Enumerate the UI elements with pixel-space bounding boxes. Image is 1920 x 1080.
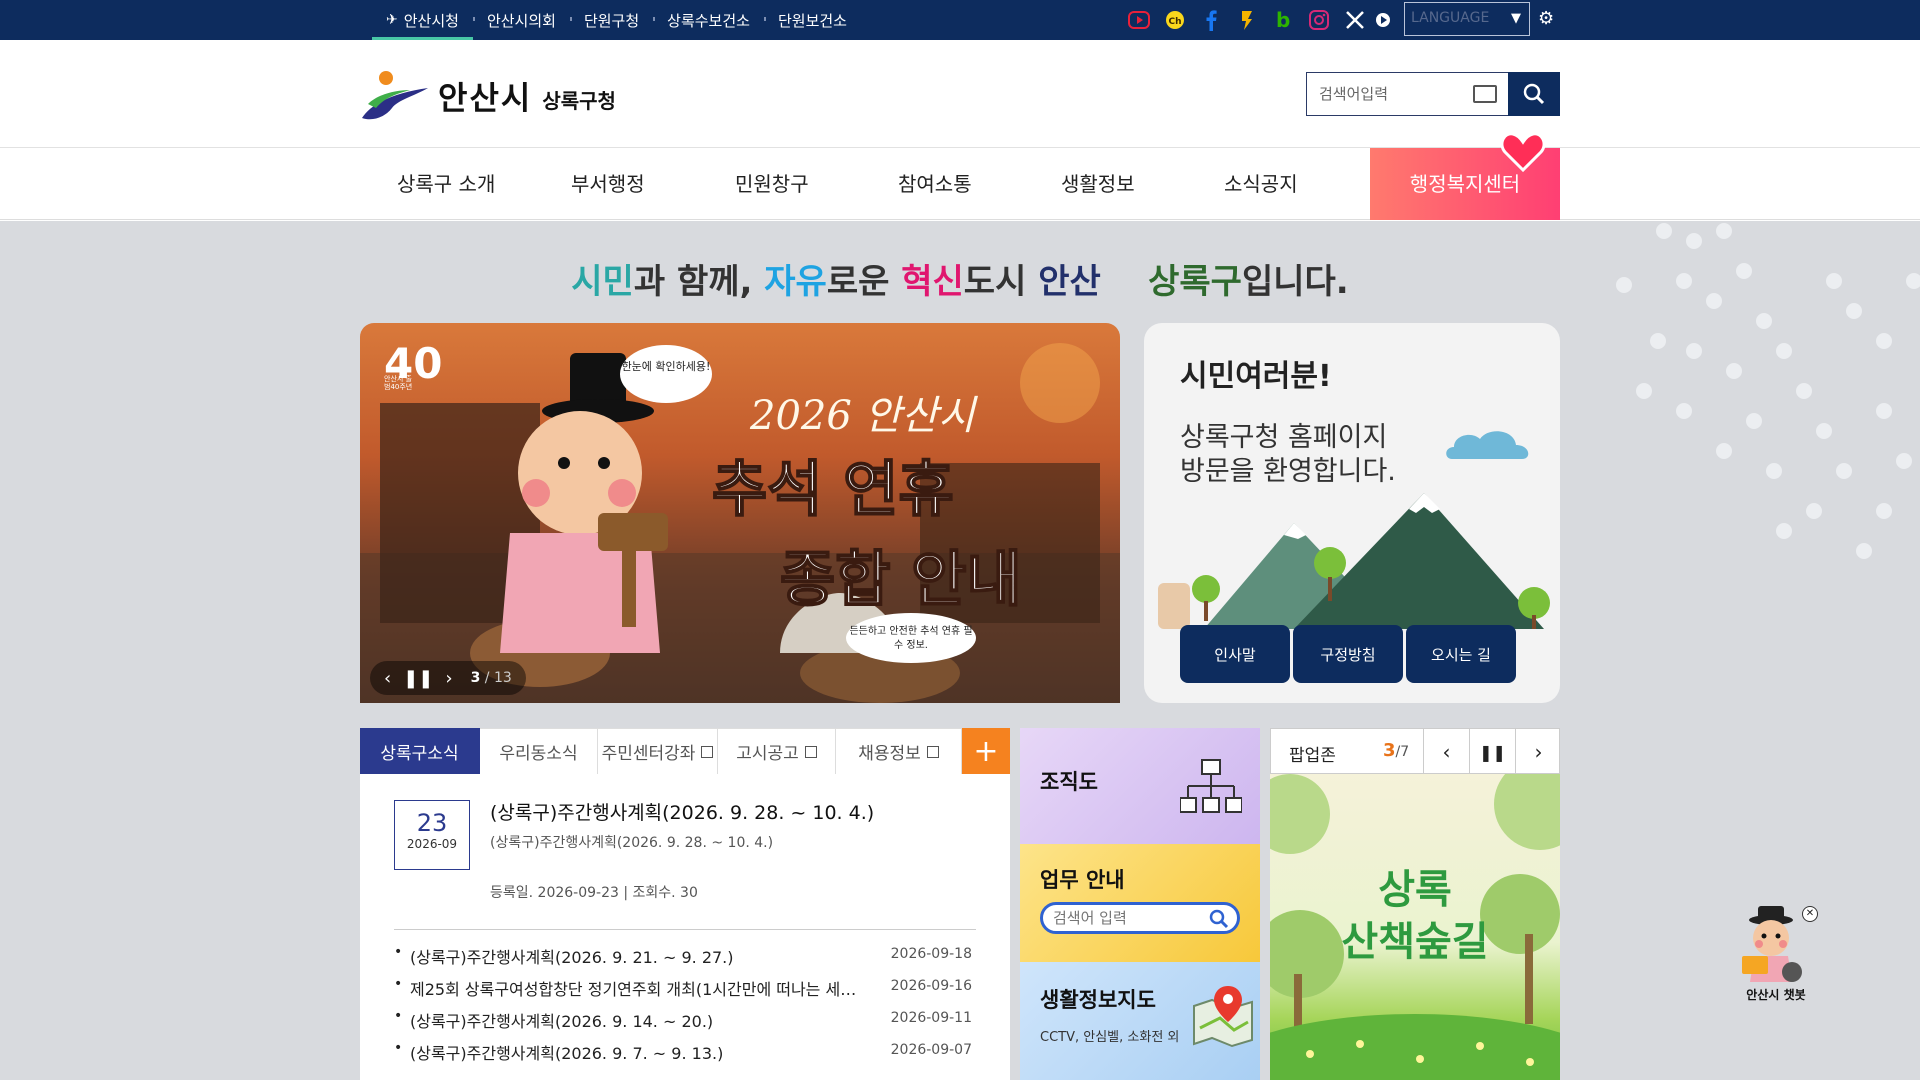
popup-zone: 팝업존 3/7 ‹ ❚❚ › 상록 산책숲길 [1270, 728, 1560, 1080]
site-logo[interactable]: 안산시 상록구청 [358, 68, 616, 124]
list-item[interactable]: • 제25회 상록구여성합창단 정기연주회 개최(1시간만에 떠나는 세계여… 20… [394, 976, 976, 1006]
work-search-box [1040, 902, 1240, 934]
policy-button[interactable]: 구정방침 [1293, 625, 1403, 683]
work-search-input[interactable] [1053, 909, 1203, 927]
main-banner[interactable]: 40 안산시 출범40주년 한눈에 확인하세용! 든든하고 안전한 추석 연휴 … [360, 323, 1120, 703]
next-icon[interactable]: › [445, 668, 452, 689]
search-box [1306, 72, 1560, 116]
logo-mark-icon [358, 68, 432, 124]
greeting-title: 시민여러분! [1180, 359, 1332, 394]
tab-center-courses[interactable]: 주민센터강좌 [598, 728, 718, 774]
tile-life-map[interactable]: 생활정보지도 CCTV, 안심벨, 소화전 외 [1020, 962, 1260, 1080]
tile-work-guide: 업무 안내 [1020, 844, 1260, 962]
gear-icon[interactable]: ⚙ [1538, 8, 1554, 29]
header: 안산시 상록구청 [0, 40, 1920, 148]
main-navigation: 상록구 소개 부서행정 민원창구 참여소통 생활정보 소식공지 행정복지센터 [0, 148, 1920, 220]
toplink-council[interactable]: 안산시의회 [472, 0, 570, 40]
map-pin-icon [1193, 986, 1253, 1048]
featured-date: 23 2026-09 [394, 800, 470, 870]
family-site-links: ✈ 안산시청 안산시의회 단원구청 상록수보건소 단원보건소 [372, 0, 861, 40]
toplink-sangnoksu-health[interactable]: 상록수보건소 [653, 0, 764, 40]
divider [394, 929, 976, 930]
close-icon[interactable]: ✕ [1802, 906, 1818, 922]
nav-department[interactable]: 부서행정 [571, 148, 645, 220]
toplink-danwon-gu[interactable]: 단원구청 [569, 0, 653, 40]
more-plus-icon[interactable]: + [962, 728, 1010, 774]
cloud-icon [1446, 431, 1529, 459]
featured-meta: 등록일. 2026-09-23 | 조회수. 30 [490, 885, 698, 901]
prev-icon[interactable]: ‹ [384, 668, 391, 689]
search-icon[interactable] [1209, 909, 1229, 929]
keyboard-icon[interactable] [1473, 85, 1497, 103]
popup-pause-icon[interactable]: ❚❚ [1469, 729, 1515, 775]
x-icon[interactable] [1342, 7, 1368, 33]
banner-title-year: 2026 안산시 [750, 393, 975, 439]
kakao-channel-icon[interactable]: Ch [1162, 7, 1188, 33]
plane-icon: ✈ [386, 12, 398, 28]
facebook-icon[interactable] [1198, 7, 1224, 33]
popup-counter: 3/7 [1383, 740, 1410, 761]
list-item[interactable]: • (상록구)주간행사계획(2026. 9. 14. ~ 20.) 2026-09-… [394, 1008, 976, 1038]
banner-counter: 3 / 13 [470, 670, 512, 686]
list-item[interactable]: • (상록구)주간행사계획(2026. 9. 21. ~ 9. 27.) 2026-… [394, 944, 976, 974]
popup-image-text: 상록 산책숲길 [1341, 867, 1489, 965]
chevron-down-icon: ▼ [1511, 11, 1521, 26]
play-icon[interactable] [1370, 7, 1396, 33]
tab-dong-news[interactable]: 우리동소식 [480, 728, 598, 774]
nav-civil-service[interactable]: 민원창구 [735, 148, 809, 220]
mountain-illustration [1158, 493, 1550, 629]
slogan: 시민과 함께, 자유로운 혁신도시 안산 상록구입니다. [571, 262, 1349, 302]
news-panel: 상록구소식 우리동소식 주민센터강좌 고시공고 채용정보 + 23 2026-0… [360, 728, 1010, 1080]
svg-text:Ch: Ch [1168, 17, 1181, 27]
popup-header: 팝업존 3/7 ‹ ❚❚ › [1270, 728, 1561, 775]
banner-title-sub: 종합 안내 [779, 544, 1023, 616]
speech-bubble: 든든하고 안전한 추석 연휴 필수 정보. [846, 613, 976, 663]
logo-sub: 상록구청 [542, 88, 616, 113]
social-links: Ch b [1126, 0, 1396, 40]
speech-bubble: 한눈에 확인하세용! [620, 345, 712, 403]
tab-public-notice[interactable]: 고시공고 [718, 728, 836, 774]
pause-icon[interactable]: ❚❚ [403, 668, 433, 689]
heart-icon [1500, 132, 1546, 172]
instagram-icon[interactable] [1306, 7, 1332, 33]
popup-image[interactable]: 상록 산책숲길 [1270, 774, 1560, 1080]
nav-life-info[interactable]: 생활정보 [1061, 148, 1135, 220]
svg-text:b: b [1276, 9, 1290, 31]
banner-pager: ‹ ❚❚ › 3 / 13 [370, 661, 526, 695]
top-bar: ✈ 안산시청 안산시의회 단원구청 상록수보건소 단원보건소 Ch b LANGU… [0, 0, 1920, 40]
nav-notice[interactable]: 소식공지 [1224, 148, 1298, 220]
logo-text: 안산시 [438, 79, 533, 117]
nav-participation[interactable]: 참여소통 [898, 148, 972, 220]
greeting-button[interactable]: 인사말 [1180, 625, 1290, 683]
popup-prev-icon[interactable]: ‹ [1423, 729, 1469, 775]
toplink-ansan-city[interactable]: ✈ 안산시청 [372, 0, 473, 40]
directions-button[interactable]: 오시는 길 [1406, 625, 1516, 683]
greeting-card: 시민여러분! 상록구청 홈페이지 방문을 환영합니다. 인사말 구정방침 오시는… [1144, 323, 1560, 703]
tab-sangnok-news[interactable]: 상록구소식 [360, 728, 480, 774]
toplink-danwon-health[interactable]: 단원보건소 [763, 0, 861, 40]
youtube-icon[interactable] [1126, 7, 1152, 33]
search-button[interactable] [1508, 72, 1560, 116]
featured-subtitle: (상록구)주간행사계획(2026. 9. 28. ~ 10. 4.) [490, 835, 774, 851]
tile-org-chart[interactable]: 조직도 [1020, 728, 1260, 844]
news-tabs: 상록구소식 우리동소식 주민센터강좌 고시공고 채용정보 + [360, 728, 1010, 774]
banner-title-main: 추석 연휴 [711, 454, 955, 526]
kakaostory-icon[interactable] [1234, 7, 1260, 33]
popup-next-icon[interactable]: › [1515, 729, 1561, 775]
tab-recruitment[interactable]: 채용정보 [836, 728, 962, 774]
external-link-icon [804, 745, 817, 758]
external-link-icon [926, 745, 939, 758]
org-chart-icon [1180, 759, 1242, 813]
search-icon [1523, 83, 1545, 105]
blog-icon[interactable]: b [1270, 7, 1296, 33]
nav-intro[interactable]: 상록구 소개 [397, 148, 495, 220]
language-select[interactable]: LANGUAGE ▼ [1404, 2, 1530, 36]
external-link-icon [701, 745, 714, 758]
featured-title[interactable]: (상록구)주간행사계획(2026. 9. 28. ~ 10. 4.) [490, 798, 874, 825]
list-item[interactable]: • (상록구)주간행사계획(2026. 9. 7. ~ 9. 13.) 2026-0… [394, 1040, 976, 1070]
